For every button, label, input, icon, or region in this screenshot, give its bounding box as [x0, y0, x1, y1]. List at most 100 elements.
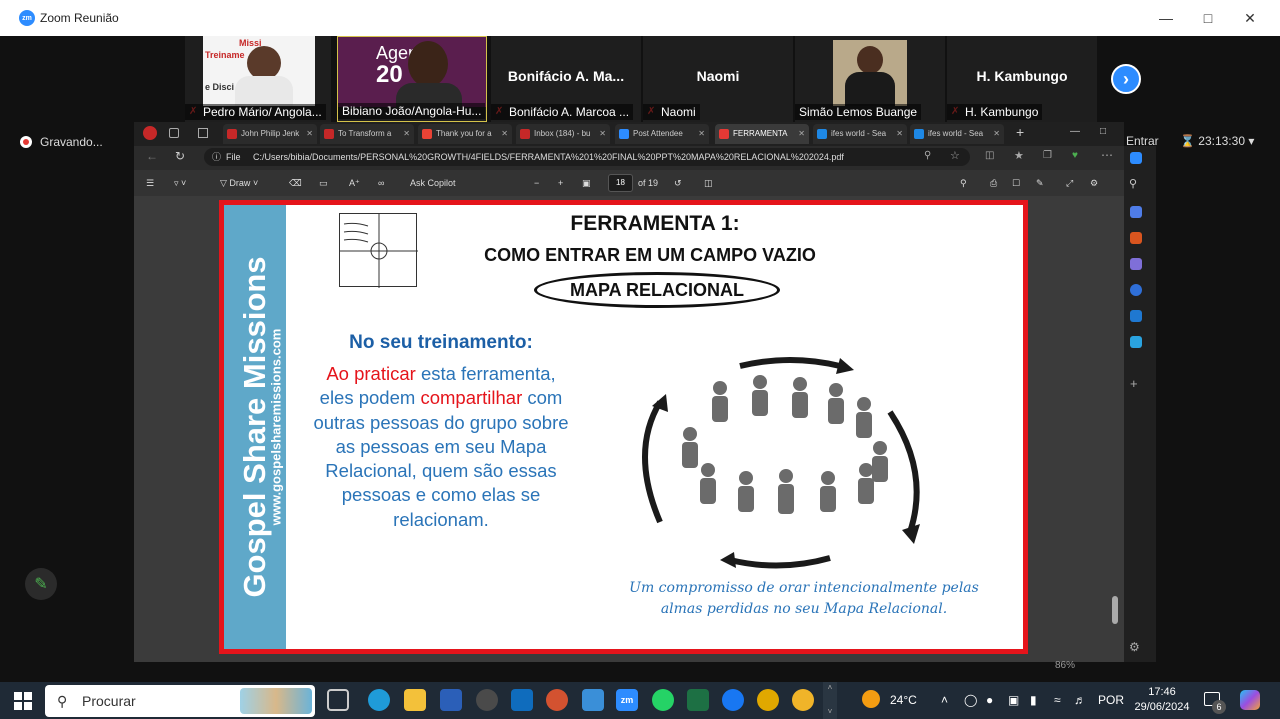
split-screen-icon[interactable]: ◫ — [985, 150, 994, 161]
volume-icon[interactable]: ♬ — [1074, 693, 1086, 707]
whatsapp-icon[interactable] — [652, 689, 674, 711]
collections-icon[interactable]: ❐ — [1043, 150, 1052, 161]
new-tab-button[interactable]: + — [1016, 124, 1024, 140]
app-icon-2[interactable] — [792, 689, 814, 711]
participant-tile[interactable]: Simão Lemos Buange — [795, 36, 945, 122]
recording-indicator[interactable]: Gravando... — [20, 130, 103, 154]
url-field[interactable]: ⓘ File C:/Users/bibia/Documents/PERSONAL… — [204, 148, 970, 166]
microphone-icon[interactable]: ● — [986, 693, 993, 707]
browser-maximize-button[interactable]: □ — [1100, 126, 1106, 137]
refresh-button[interactable]: ↻ — [175, 149, 185, 163]
weather-temp[interactable]: 24°C — [890, 693, 917, 707]
task-view-icon[interactable] — [327, 689, 349, 711]
back-button[interactable]: ← — [146, 149, 158, 163]
page-view-icon[interactable]: ◫ — [704, 178, 713, 189]
weather-icon[interactable] — [862, 690, 880, 708]
immersive-reader-icon[interactable]: ∞ — [378, 178, 384, 188]
tab-actions-icon[interactable] — [198, 128, 208, 138]
clock[interactable]: 17:46 29/06/2024 — [1134, 685, 1190, 715]
browser-tab[interactable]: ifes world - Sea ✕ — [910, 124, 1004, 144]
games-icon[interactable] — [1130, 258, 1142, 270]
tab-close-icon[interactable]: ✕ — [501, 124, 508, 144]
zoom-in-button[interactable]: + — [558, 178, 563, 188]
tools-briefcase-icon[interactable] — [1130, 232, 1142, 244]
copilot-icon[interactable] — [1130, 152, 1142, 164]
pdf-search-icon[interactable]: ⚲ — [960, 178, 967, 189]
facebook-icon[interactable] — [722, 689, 744, 711]
outlook-icon[interactable] — [511, 689, 533, 711]
wifi-icon[interactable]: ≈ — [1054, 693, 1061, 707]
maximize-button[interactable]: □ — [1198, 8, 1218, 28]
vertical-scrollbar[interactable] — [1112, 596, 1118, 624]
shopping-tag-icon[interactable] — [1130, 206, 1142, 218]
browser-tab[interactable]: Inbox (184) - bu ✕ — [516, 124, 610, 144]
tab-close-icon[interactable]: ✕ — [306, 124, 313, 144]
sidebar-search-icon[interactable]: ⚲ — [1129, 177, 1137, 190]
tab-close-icon[interactable]: ✕ — [896, 124, 903, 144]
next-participants-button[interactable]: › — [1111, 64, 1141, 94]
fullscreen-icon[interactable]: ⤢ — [1066, 178, 1073, 189]
workspaces-icon[interactable] — [169, 128, 179, 138]
ask-copilot-button[interactable]: Ask Copilot — [410, 178, 456, 188]
highlight-icon[interactable]: ▿ ˅ — [174, 178, 186, 189]
browser-tab[interactable]: John Philip Jenk ✕ — [223, 124, 317, 144]
word-icon[interactable] — [440, 689, 462, 711]
save-as-icon[interactable]: ✎ — [1036, 178, 1044, 189]
browser-tab[interactable]: FERRAMENTA ✕ — [715, 124, 809, 144]
rotate-icon[interactable]: ↺ — [674, 178, 682, 189]
show-hidden-icons[interactable]: ˄ — [941, 693, 948, 707]
browser-minimize-button[interactable]: — — [1070, 126, 1080, 137]
sidebar-settings-icon[interactable]: ⚙ — [1129, 640, 1140, 654]
browser-tab[interactable]: ifes world - Sea ✕ — [813, 124, 907, 144]
profile-icon[interactable] — [143, 126, 157, 140]
zoom-app-icon[interactable]: zm — [616, 689, 638, 711]
browser-tab[interactable]: Post Attendee ✕ — [615, 124, 709, 144]
display-icon[interactable]: ▣ — [1008, 693, 1019, 707]
erase-icon[interactable]: ⌫ — [289, 178, 302, 189]
participant-tile[interactable]: H. Kambungo ✗ H. Kambungo — [947, 36, 1097, 122]
send-icon[interactable] — [1130, 336, 1142, 348]
app-icon[interactable] — [476, 689, 498, 711]
zoom-out-button[interactable]: − — [534, 178, 539, 188]
participant-tile[interactable]: Treiname Missi e Disci ✗ Pedro Mário/ An… — [185, 36, 331, 122]
more-menu-icon[interactable]: ⋯ — [1101, 148, 1113, 162]
fit-page-icon[interactable]: ▣ — [582, 178, 591, 189]
close-button[interactable]: ✕ — [1240, 8, 1260, 28]
battery-icon[interactable]: ▮ — [1030, 693, 1037, 707]
minimize-button[interactable]: — — [1156, 8, 1176, 28]
page-number-input[interactable]: 18 — [608, 174, 633, 192]
tab-close-icon[interactable]: ✕ — [798, 124, 805, 144]
excel-icon[interactable] — [687, 689, 709, 711]
draw-button[interactable]: ▽ Draw ˅ — [220, 178, 258, 189]
powerpoint-icon[interactable] — [546, 689, 568, 711]
pdf-settings-icon[interactable]: ⚙ — [1090, 178, 1098, 189]
copilot-taskbar-icon[interactable] — [1240, 690, 1260, 710]
participant-tile[interactable]: Naomi ✗ Naomi — [643, 36, 793, 122]
zoom-magnifier-icon[interactable]: ⚲ — [924, 150, 931, 161]
taskbar-scroll[interactable]: ˄ ˅ — [823, 682, 837, 719]
save-icon[interactable]: ☐ — [1012, 178, 1020, 189]
read-aloud-icon[interactable]: A⁺ — [349, 178, 360, 189]
tab-close-icon[interactable]: ✕ — [599, 124, 606, 144]
contents-icon[interactable]: ☰ — [146, 178, 154, 189]
text-icon[interactable]: ▭ — [319, 178, 328, 189]
favorites-icon[interactable]: ★ — [1014, 149, 1024, 162]
tab-close-icon[interactable]: ✕ — [403, 124, 410, 144]
browser-tab[interactable]: Thank you for a ✕ — [418, 124, 512, 144]
browser-tab[interactable]: To Transform a ✕ — [320, 124, 414, 144]
annotate-pencil-icon[interactable]: ✎ — [25, 568, 57, 600]
microsoft-365-icon[interactable] — [1130, 284, 1142, 296]
chrome-icon[interactable] — [757, 689, 779, 711]
edge-icon[interactable] — [368, 689, 390, 711]
meet-now-icon[interactable]: ◯ — [964, 693, 977, 707]
windows-start-icon[interactable] — [14, 692, 32, 710]
favorite-star-icon[interactable]: ☆ — [950, 149, 960, 162]
language-indicator[interactable]: POR — [1098, 693, 1124, 707]
whiteboard-icon[interactable] — [582, 689, 604, 711]
print-icon[interactable]: ⎙ — [990, 178, 997, 189]
participant-tile-active[interactable]: Agen 20 Bibiano João/Angola-Hu... — [337, 36, 487, 122]
add-sidebar-app-icon[interactable]: + — [1130, 376, 1138, 391]
tab-close-icon[interactable]: ✕ — [698, 124, 705, 144]
outlook-icon[interactable] — [1130, 310, 1142, 322]
tab-close-icon[interactable]: ✕ — [993, 124, 1000, 144]
